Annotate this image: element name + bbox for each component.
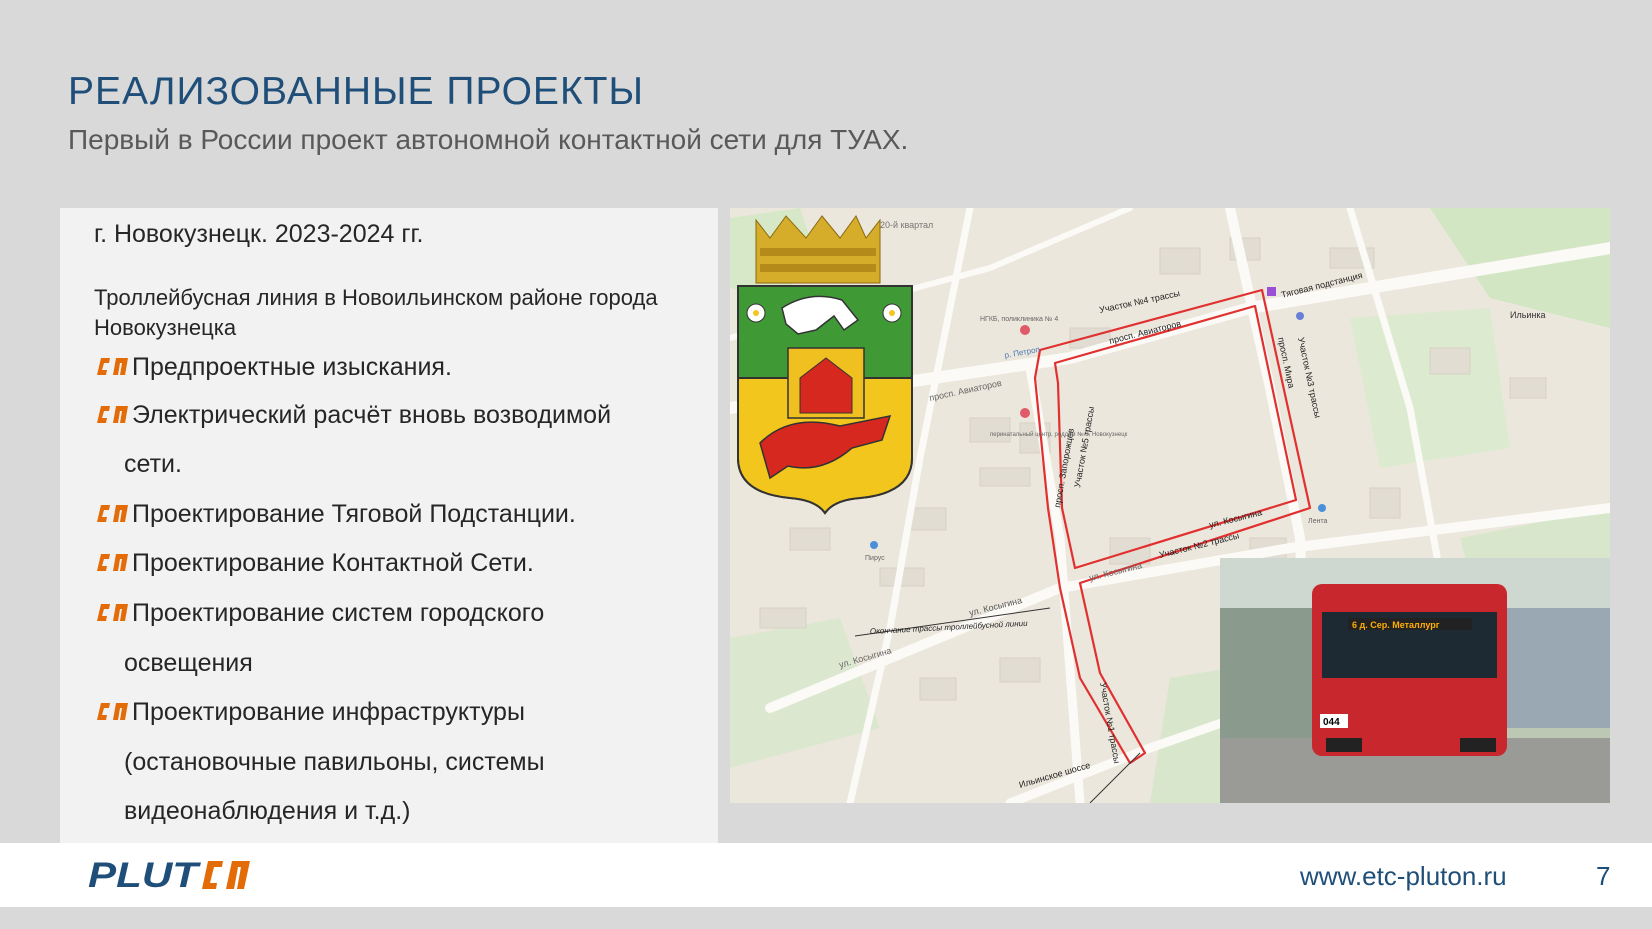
bullet-continuation: сети. (124, 450, 182, 478)
pluton-bullet-icon (94, 601, 132, 630)
bullet-text: Проектирование Тяговой Подстанции. (132, 500, 576, 528)
map-label: 20-й квартал (880, 220, 933, 230)
line-description: Троллейбусная линия в Новоильинском райо… (94, 285, 658, 340)
pluton-bullet-icon (94, 551, 132, 580)
trolleybus-photo: 6 д. Сер. Металлург 044 (1220, 558, 1610, 803)
pluton-logo: PLUT (86, 855, 256, 900)
poi-hospital-icon (1020, 408, 1030, 418)
bullet-item: Проектирование Тяговой Подстанции. (94, 500, 576, 531)
page-subtitle: Первый в России проект автономной контак… (68, 124, 909, 155)
bullet-continuation: видеонаблюдения и т.д.) (124, 797, 411, 825)
bullet-text: Электрический расчёт вновь возводимой (132, 401, 612, 429)
bullet-text: Проектирование инфраструктуры (132, 698, 525, 726)
bullet-item: Проектирование инфраструктуры (94, 698, 525, 729)
svg-text:PLUT: PLUT (88, 856, 201, 895)
project-text-panel: г. Новокузнецк. 2023-2024 гг. Троллейбус… (60, 208, 718, 844)
map-label: перинатальный центр, роддом № 3, Новокуз… (990, 431, 1128, 438)
page-number: 7 (1596, 861, 1611, 891)
bullet-continuation: (остановочные павильоны, системы (124, 748, 545, 776)
bus-destination-sign: 6 д. Сер. Металлург (1352, 620, 1440, 630)
map-label: НГКБ, поликлиника № 4 (980, 316, 1058, 323)
footer: PLUT www.etc-pluton.ru 7 (0, 843, 1652, 907)
poi-shop-icon (1318, 504, 1326, 512)
poi-shop-icon (870, 541, 878, 549)
map-label: Лента (1308, 518, 1327, 525)
bullet-text: Предпроектные изыскания. (132, 353, 452, 381)
route-map-graphic: Участок №4 трассы просп. Авиаторов просп… (730, 208, 1610, 803)
map-label: Ильинка (1510, 310, 1546, 320)
poi-marker-icon (1296, 312, 1304, 320)
route-map: Участок №4 трассы просп. Авиаторов просп… (730, 208, 1610, 803)
pluton-bullet-icon (94, 700, 132, 729)
pluton-bullet-icon (94, 403, 132, 432)
poi-hospital-icon (1020, 325, 1030, 335)
bus-number: 044 (1323, 717, 1340, 728)
bullet-text: Проектирование систем городского (132, 599, 545, 627)
website-link[interactable]: www.etc-pluton.ru (1300, 861, 1507, 892)
bullet-continuation: освещения (124, 649, 253, 677)
bullet-item: Проектирование систем городского (94, 599, 544, 630)
bullet-text: Проектирование Контактной Сети. (132, 549, 534, 577)
bullet-item: Электрический расчёт вновь возводимой (94, 401, 611, 432)
bottom-strip (0, 907, 1652, 929)
substation-icon (1267, 287, 1276, 296)
city-years: г. Новокузнецк. 2023-2024 гг. (94, 220, 424, 248)
pluton-bullet-icon (94, 502, 132, 531)
map-label: Пирус (865, 555, 885, 562)
bullet-item: Предпроектные изыскания. (94, 353, 452, 384)
bullet-item: Проектирование Контактной Сети. (94, 549, 534, 580)
page-title: РЕАЛИЗОВАННЫЕ ПРОЕКТЫ (68, 70, 645, 113)
pluton-bullet-icon (94, 355, 132, 384)
